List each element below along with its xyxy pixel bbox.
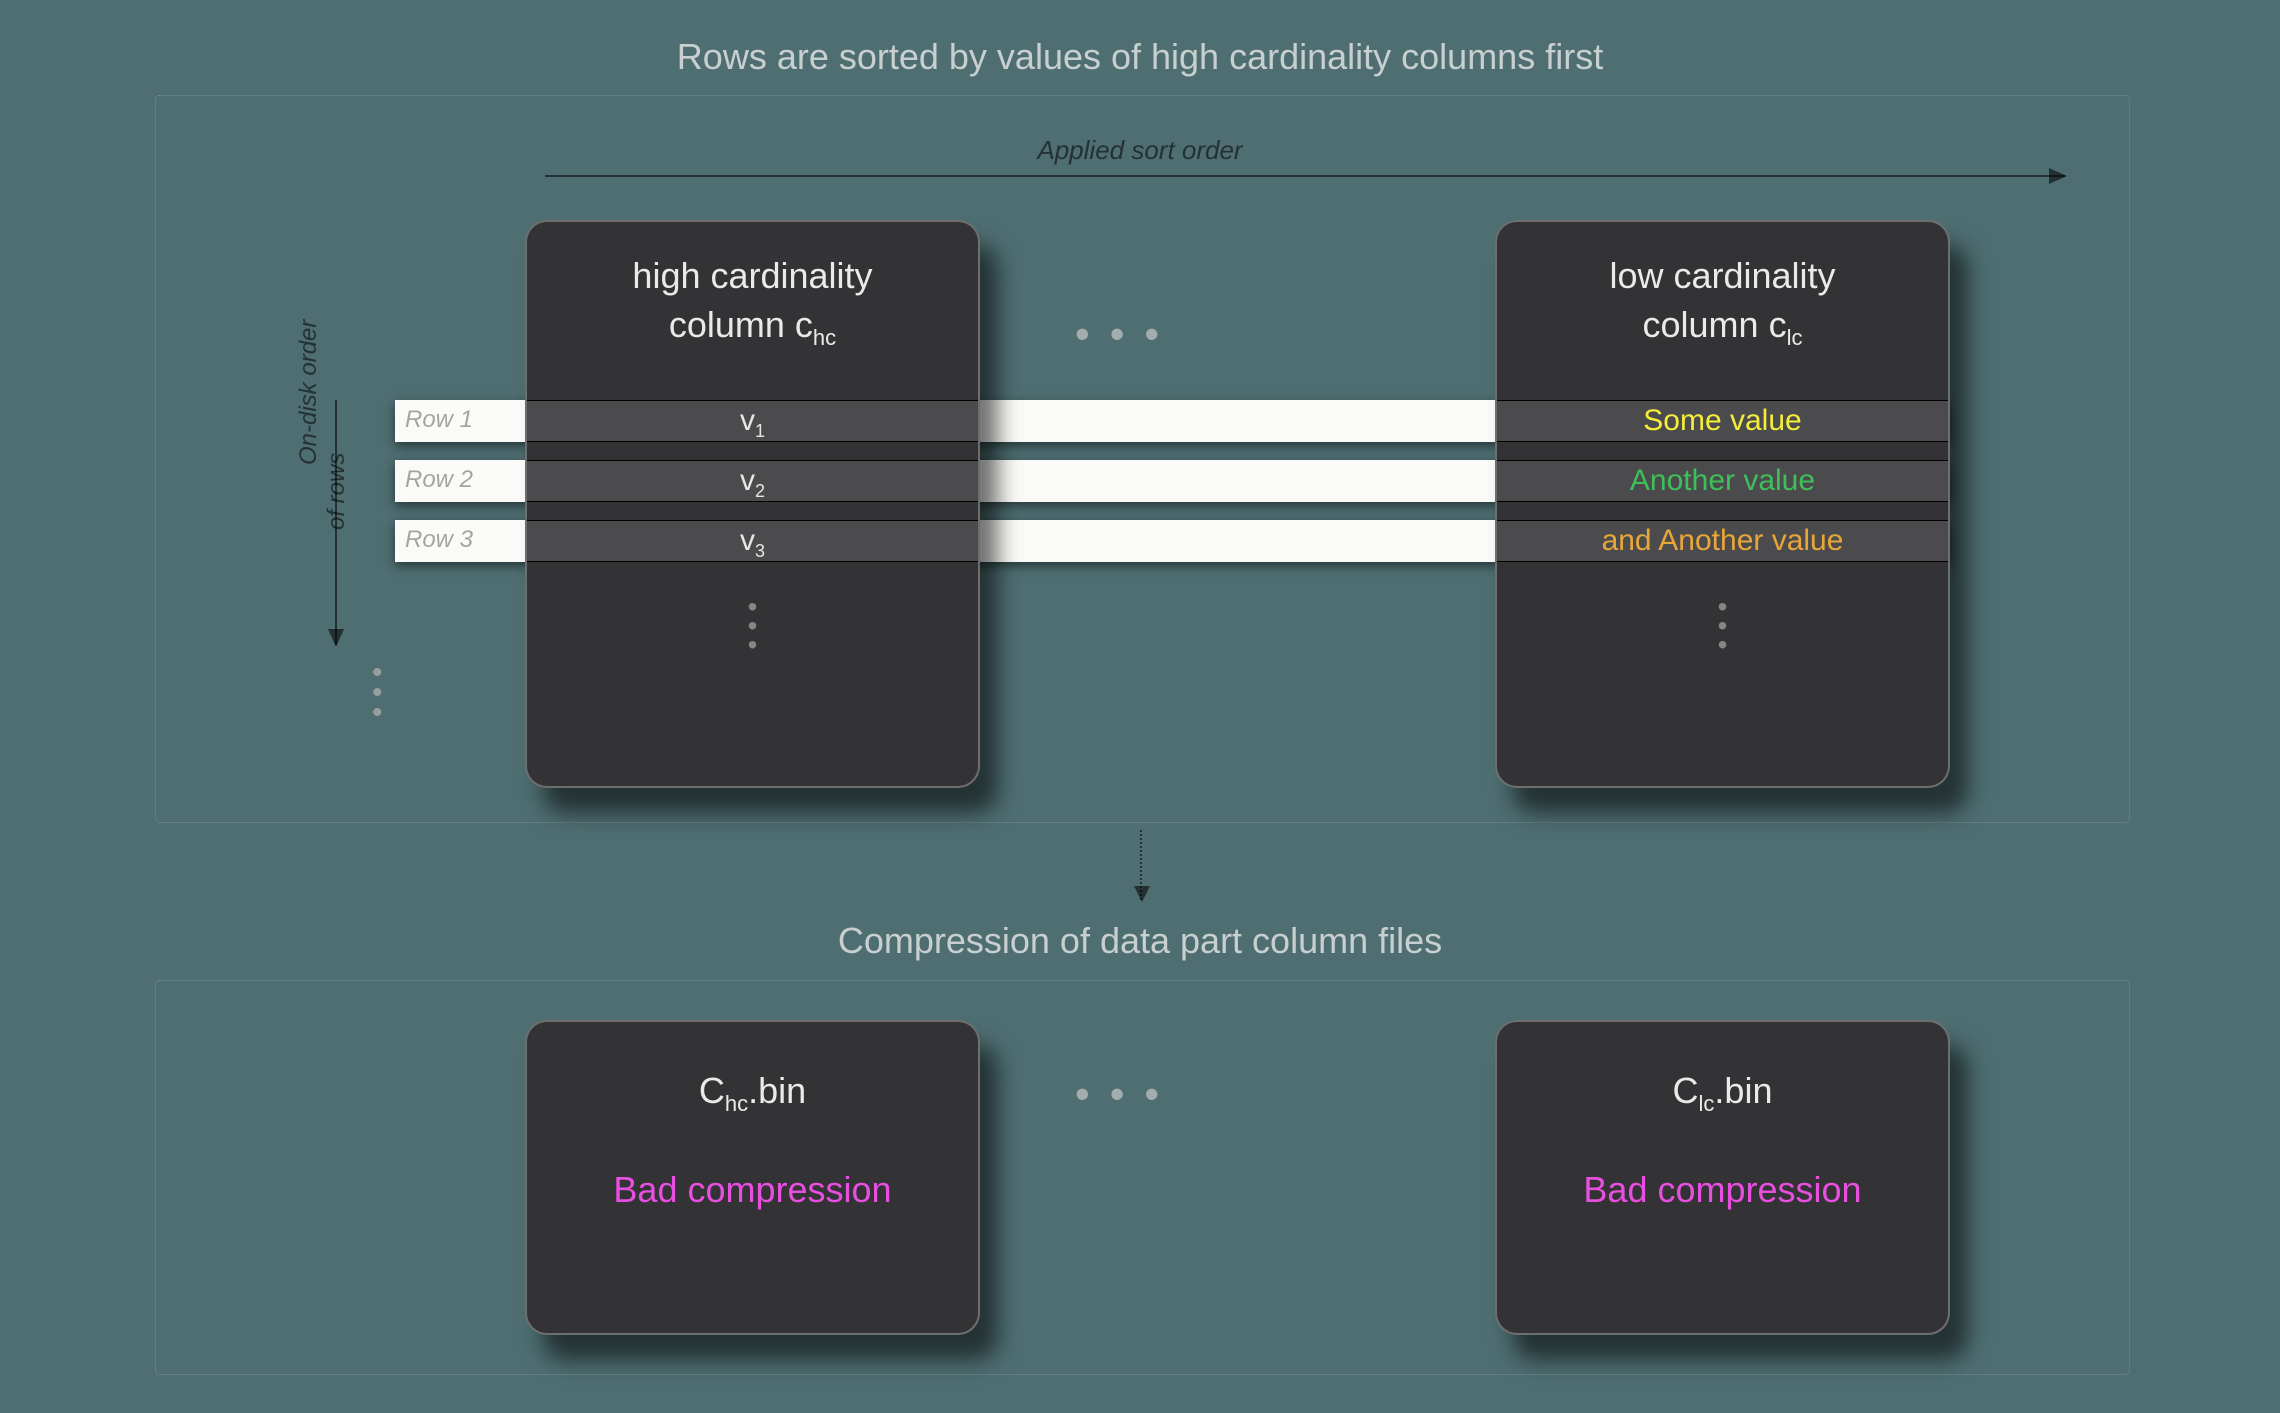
cell-value: and Another value <box>1497 520 1948 562</box>
high-cardinality-column-card: high cardinality column chc v1 v2 v3 ••• <box>525 220 980 788</box>
low-cardinality-column-card: low cardinality column clc Some value An… <box>1495 220 1950 788</box>
column-header: low cardinality column clc <box>1497 222 1948 352</box>
compression-status: Bad compression <box>1497 1117 1948 1211</box>
applied-sort-order-arrow <box>545 175 2065 177</box>
bin-file-name: Chc.bin <box>527 1022 978 1117</box>
cell-value: v3 <box>527 520 978 562</box>
bin-file-card-hc: Chc.bin Bad compression <box>525 1020 980 1335</box>
row-continuation-dots: ••• <box>372 660 383 726</box>
bin-file-name: Clc.bin <box>1497 1022 1948 1117</box>
column-continuation-dots: ••• <box>527 594 978 658</box>
cell-value: Another value <box>1497 460 1948 502</box>
row-label: Row 2 <box>405 466 473 494</box>
on-disk-order-arrow <box>335 400 337 645</box>
compression-status: Bad compression <box>527 1117 978 1211</box>
applied-sort-order-label: Applied sort order <box>0 135 2280 166</box>
section-connector-arrow <box>1140 830 1142 900</box>
cell-value: v2 <box>527 460 978 502</box>
columns-ellipsis: ••• <box>1075 310 1179 358</box>
bin-file-card-lc: Clc.bin Bad compression <box>1495 1020 1950 1335</box>
row-label: Row 1 <box>405 406 473 434</box>
cell-value: v1 <box>527 400 978 442</box>
top-section-title: Rows are sorted by values of high cardin… <box>0 36 2280 78</box>
bottom-section-title: Compression of data part column files <box>0 920 2280 962</box>
cell-value: Some value <box>1497 400 1948 442</box>
bin-files-ellipsis: ••• <box>1075 1070 1179 1118</box>
column-continuation-dots: ••• <box>1497 594 1948 658</box>
row-label: Row 3 <box>405 526 473 554</box>
column-header: high cardinality column chc <box>527 222 978 352</box>
